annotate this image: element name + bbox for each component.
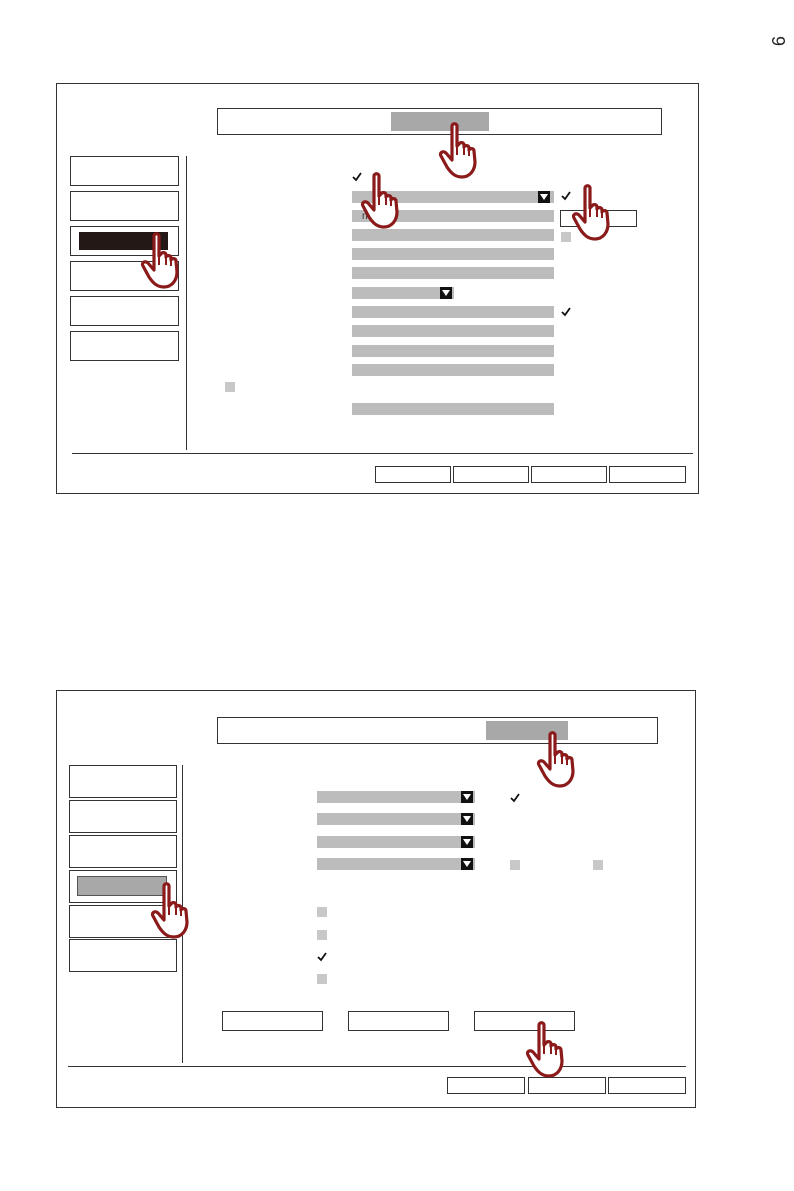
dropdown2-4[interactable] <box>317 858 475 870</box>
hand-pointer-icon <box>438 122 484 180</box>
dropdown2-3[interactable] <box>317 836 475 848</box>
hand-pointer-icon <box>360 172 406 230</box>
panel2-checkbox-3[interactable] <box>317 952 327 962</box>
text-field-11[interactable] <box>352 403 554 415</box>
action-button-1[interactable] <box>222 1011 323 1031</box>
footer-button-1[interactable] <box>375 466 451 483</box>
page-number: 9 <box>768 35 788 46</box>
triangle-down-icon <box>538 191 550 203</box>
sidebar-item-2[interactable] <box>70 191 179 221</box>
footer2-button-2[interactable] <box>528 1077 606 1094</box>
footer-button-2[interactable] <box>453 466 529 483</box>
footer2-button-3[interactable] <box>608 1077 686 1094</box>
text-field-4[interactable] <box>352 248 554 260</box>
action-button-2[interactable] <box>348 1011 449 1031</box>
sidebar-item-6[interactable] <box>70 331 179 361</box>
panel2-checkbox-right-1[interactable] <box>510 793 520 803</box>
hand-pointer-icon <box>571 184 617 242</box>
footer2-button-1[interactable] <box>447 1077 525 1094</box>
panel2-checkbox-right-2[interactable] <box>510 860 520 870</box>
dropdown2-1[interactable] <box>317 791 475 803</box>
sidebar2-item-2[interactable] <box>69 800 177 833</box>
hand-pointer-icon <box>150 882 196 940</box>
footer-divider-2 <box>68 1066 686 1067</box>
sidebar2-item-6[interactable] <box>69 939 177 972</box>
hand-pointer-icon <box>525 1021 571 1079</box>
triangle-down-icon <box>440 287 452 299</box>
right-checkbox-1[interactable] <box>561 191 571 201</box>
text-field-9[interactable] <box>352 345 554 357</box>
sidebar-item-1[interactable] <box>70 156 179 186</box>
right-checkbox-2[interactable] <box>561 232 571 242</box>
triangle-down-icon <box>461 791 473 803</box>
footer-button-3[interactable] <box>531 466 607 483</box>
top-tab-bar-2 <box>217 717 658 744</box>
panel2-checkbox-4[interactable] <box>317 974 327 984</box>
panel2-checkbox-1[interactable] <box>317 907 327 917</box>
option-checkbox-left[interactable] <box>225 382 235 392</box>
footer-button-4[interactable] <box>609 466 686 483</box>
triangle-down-icon <box>461 836 473 848</box>
footer-divider <box>72 453 693 454</box>
panel2-checkbox-2[interactable] <box>317 930 327 940</box>
sidebar-divider <box>186 156 187 450</box>
text-field-5[interactable] <box>352 267 554 279</box>
triangle-down-icon <box>461 813 473 825</box>
text-field-3[interactable] <box>352 229 554 241</box>
dropdown2-2[interactable] <box>317 813 475 825</box>
text-field-8[interactable] <box>352 325 554 337</box>
sidebar-item-5[interactable] <box>70 296 179 326</box>
hand-pointer-icon <box>536 731 582 789</box>
sidebar2-item-1[interactable] <box>69 765 177 798</box>
text-field-7[interactable] <box>352 306 554 318</box>
panel2-checkbox-right-3[interactable] <box>593 860 603 870</box>
sidebar2-item-3[interactable] <box>69 835 177 868</box>
right-checkbox-3[interactable] <box>561 307 571 317</box>
hand-pointer-icon <box>140 232 186 290</box>
text-field-10[interactable] <box>352 364 554 376</box>
triangle-down-icon <box>461 858 473 870</box>
dropdown-field-short[interactable] <box>352 287 454 299</box>
